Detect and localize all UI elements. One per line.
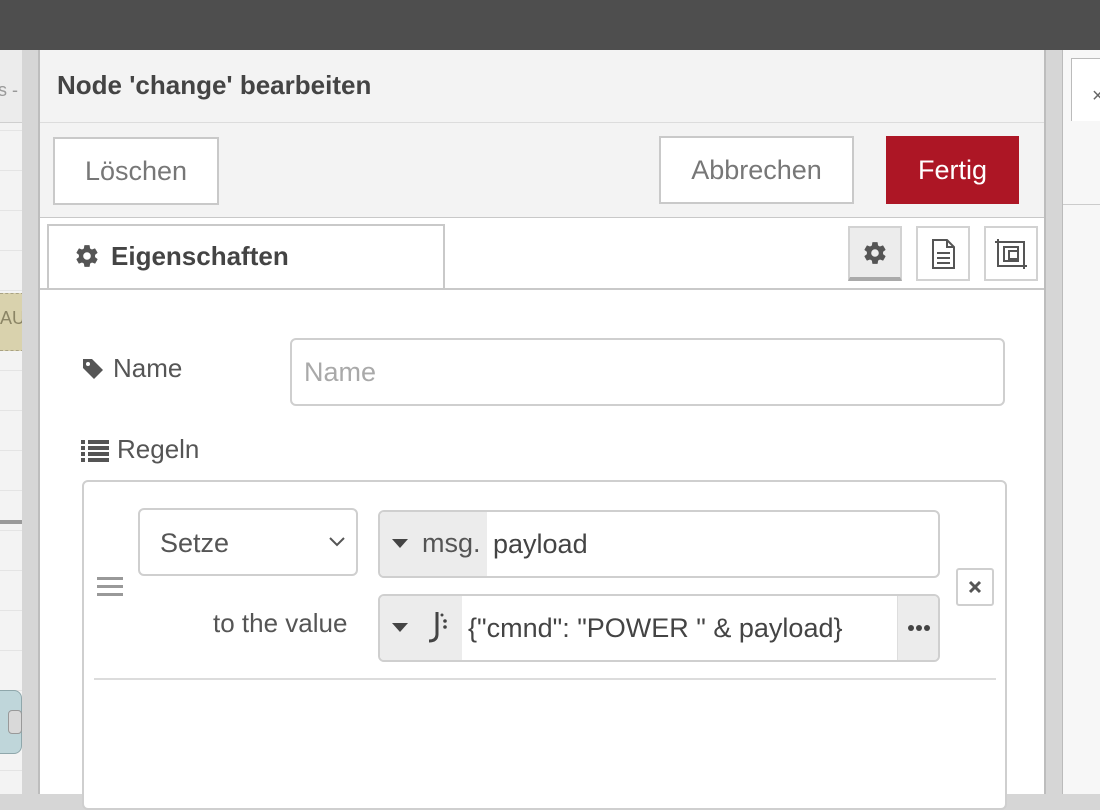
chevron-down-icon bbox=[329, 537, 345, 547]
flow-node-partial[interactable]: AU bbox=[0, 293, 22, 351]
sidebar-tab[interactable]: × bbox=[1071, 58, 1100, 121]
sidebar: × bbox=[1062, 50, 1100, 794]
rule-value-input[interactable]: {"cmnd": "POWER " & payload} bbox=[378, 594, 940, 662]
done-button[interactable]: Fertig bbox=[886, 136, 1019, 204]
workspace-tab-label[interactable]: s - bbox=[0, 80, 18, 101]
rules-list: Setze msg. payload to the value {"cmnd":… bbox=[82, 480, 1007, 810]
app-header-bar bbox=[0, 0, 1100, 50]
rules-label: Regeln bbox=[117, 434, 200, 464]
close-icon: × bbox=[1092, 85, 1100, 107]
tray-title: Node 'change' bearbeiten bbox=[57, 70, 372, 100]
rule-property-input[interactable]: msg. payload bbox=[378, 510, 940, 578]
ellipsis-icon bbox=[908, 625, 930, 631]
remove-rule-button[interactable] bbox=[956, 568, 994, 606]
workspace-scrollbar[interactable] bbox=[0, 520, 22, 524]
node-description-button[interactable] bbox=[916, 226, 970, 281]
property-type-label: msg. bbox=[422, 528, 481, 558]
property-type-selector[interactable]: msg. bbox=[380, 512, 487, 576]
property-value: payload bbox=[493, 529, 588, 559]
caret-down-icon bbox=[392, 623, 408, 632]
close-icon bbox=[968, 580, 982, 594]
list-icon bbox=[81, 440, 109, 462]
node-properties-button[interactable] bbox=[848, 226, 902, 281]
caret-down-icon bbox=[392, 539, 408, 548]
rules-divider bbox=[94, 678, 996, 680]
tab-properties-label: Eigenschaften bbox=[111, 241, 289, 271]
value-expression: {"cmnd": "POWER " & payload} bbox=[468, 613, 843, 643]
document-icon bbox=[932, 238, 955, 269]
gear-icon bbox=[864, 241, 886, 264]
drag-handle-icon[interactable] bbox=[97, 575, 123, 597]
rule-action-value: Setze bbox=[160, 528, 230, 558]
frame-icon bbox=[995, 238, 1027, 269]
value-type-selector[interactable] bbox=[380, 596, 462, 660]
node-appearance-button[interactable] bbox=[984, 226, 1038, 281]
tray-header: Node 'change' bearbeiten bbox=[40, 50, 1044, 123]
node-port[interactable] bbox=[8, 710, 22, 734]
expand-editor-button[interactable] bbox=[897, 596, 938, 660]
tray-tabs: Eigenschaften bbox=[40, 218, 1044, 290]
to-value-label: to the value bbox=[213, 608, 348, 638]
tray-toolbar: Löschen Abbrechen Fertig bbox=[40, 123, 1044, 218]
tab-properties[interactable]: Eigenschaften bbox=[47, 224, 445, 288]
flow-node-label: AU bbox=[0, 308, 22, 328]
name-input[interactable] bbox=[290, 338, 1005, 406]
gear-icon bbox=[76, 245, 98, 267]
tag-icon bbox=[83, 359, 103, 379]
workspace-tabs: s - bbox=[0, 50, 22, 123]
sidebar-divider bbox=[1063, 204, 1100, 205]
name-label: Name bbox=[113, 353, 183, 383]
delete-button[interactable]: Löschen bbox=[53, 137, 219, 205]
edit-tray: Node 'change' bearbeiten Löschen Abbrech… bbox=[38, 50, 1046, 810]
rule-action-select[interactable]: Setze bbox=[138, 508, 358, 576]
jsonata-icon bbox=[428, 612, 447, 643]
cancel-button[interactable]: Abbrechen bbox=[659, 136, 854, 204]
flow-workspace[interactable]: s - AU bbox=[0, 50, 22, 794]
